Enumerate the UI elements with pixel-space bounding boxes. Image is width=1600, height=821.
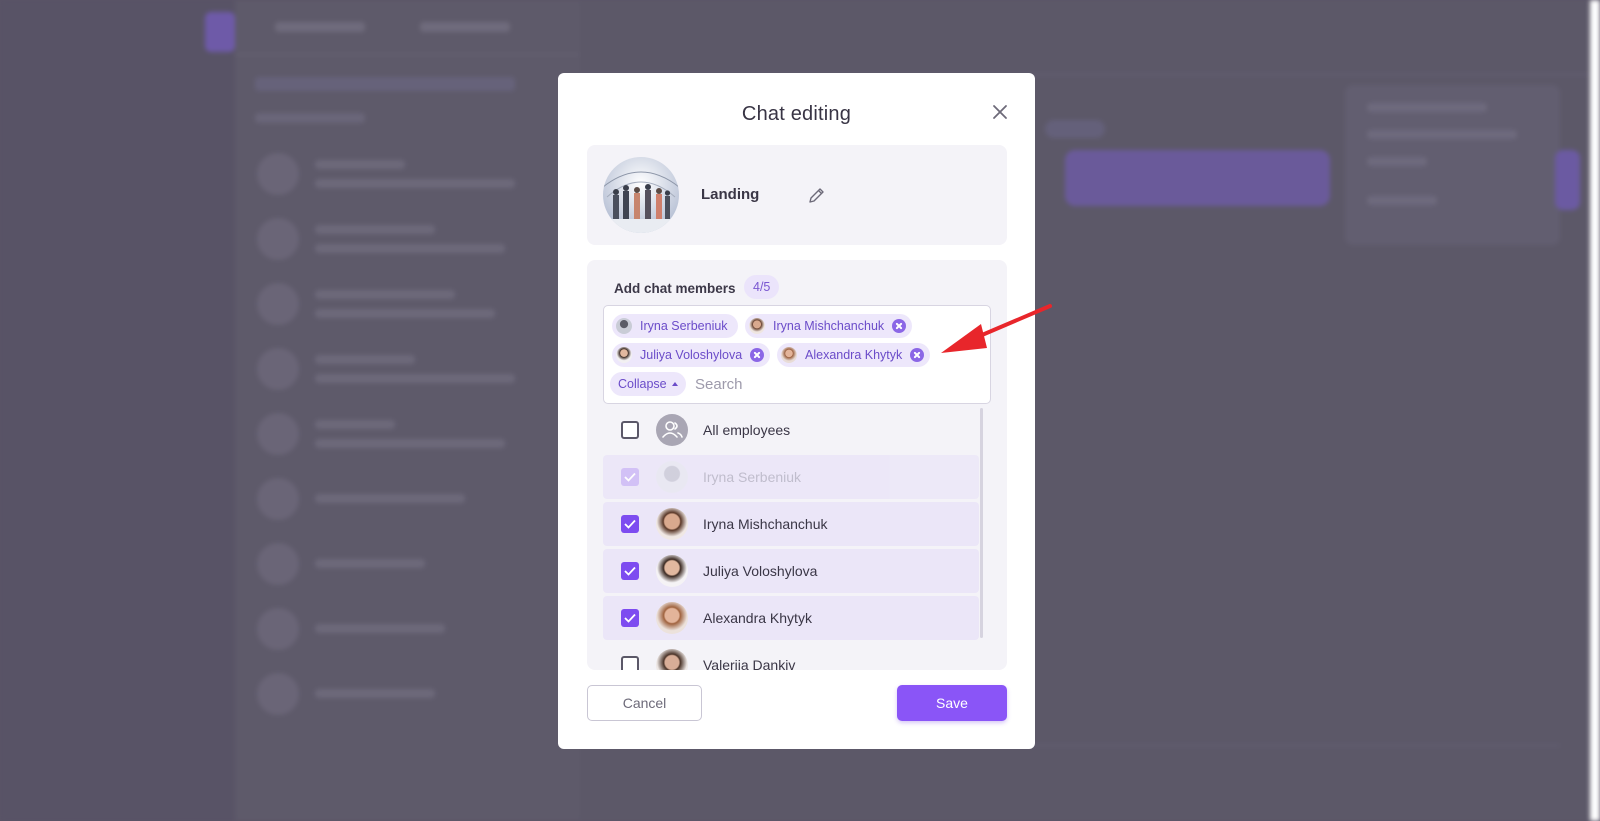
avatar: [749, 318, 765, 334]
member-tag[interactable]: Alexandra Khytyk: [777, 343, 931, 367]
list-item[interactable]: Valeriia Dankiv: [603, 643, 979, 670]
checkmark-icon: [624, 519, 636, 529]
checkbox: [621, 468, 639, 486]
annotation-arrow: [941, 304, 1052, 353]
edit-chat-name-button[interactable]: [807, 185, 827, 205]
collapse-tags-button[interactable]: Collapse: [610, 372, 686, 396]
list-item[interactable]: Iryna Mishchanchuk: [603, 502, 979, 546]
list-item[interactable]: Alexandra Khytyk: [603, 596, 979, 640]
collapse-label: Collapse: [618, 377, 667, 391]
member-tag-label: Iryna Serbeniuk: [640, 319, 728, 333]
remove-tag-icon[interactable]: [892, 319, 907, 333]
member-name: Juliya Voloshylova: [703, 563, 818, 579]
member-tags-field[interactable]: Iryna Serbeniuk Iryna Mishchanchuk Juliy…: [603, 305, 991, 404]
list-scrollbar[interactable]: [980, 408, 983, 638]
chat-info-card: Landing: [587, 145, 1007, 245]
checkmark-icon: [624, 472, 636, 482]
bg-composer: [610, 745, 1560, 805]
chat-avatar[interactable]: [603, 157, 679, 233]
checkmark-icon: [624, 566, 636, 576]
checkbox[interactable]: [621, 562, 639, 580]
members-count-badge: 4/5: [744, 275, 780, 299]
group-icon: [656, 414, 688, 446]
avatar: [656, 649, 688, 670]
pencil-icon: [809, 188, 824, 203]
avatar: [656, 508, 688, 540]
list-item[interactable]: Juliya Voloshylova: [603, 549, 979, 593]
member-tag[interactable]: Iryna Mishchanchuk: [745, 314, 913, 338]
avatar: [616, 318, 632, 334]
bg-sidebar: [0, 0, 235, 821]
members-title: Add chat members: [614, 281, 736, 296]
modal-title: Chat editing: [741, 103, 852, 125]
member-tag[interactable]: Juliya Voloshylova: [612, 343, 771, 367]
avatar: [781, 347, 797, 363]
member-name: All employees: [703, 422, 791, 438]
list-item: Iryna Serbeniuk: [603, 455, 979, 499]
bg-side-tab: [1555, 150, 1580, 210]
bg-context-menu: [1345, 85, 1560, 245]
checkbox[interactable]: [621, 656, 639, 670]
save-button[interactable]: Save: [897, 685, 1007, 721]
member-name: Alexandra Khytyk: [703, 610, 812, 626]
checkbox[interactable]: [621, 515, 639, 533]
close-button[interactable]: [988, 100, 1012, 124]
avatar: [616, 347, 632, 363]
window-edge: [1590, 0, 1600, 821]
caret-up-icon: [671, 382, 678, 386]
remove-tag-icon[interactable]: [910, 348, 925, 362]
cancel-button[interactable]: Cancel: [587, 685, 702, 721]
remove-tag-icon[interactable]: [750, 348, 765, 362]
avatar: [656, 602, 688, 634]
avatar: [656, 461, 688, 493]
checkbox[interactable]: [621, 421, 639, 439]
member-name: Valeriia Dankiv: [703, 657, 796, 670]
member-list: All employees Iryna Serbeniuk Iryna Mish…: [603, 408, 983, 670]
checkmark-icon: [624, 613, 636, 623]
member-tag-label: Alexandra Khytyk: [805, 348, 903, 362]
close-icon: [993, 105, 1007, 119]
member-name: Iryna Mishchanchuk: [703, 516, 828, 532]
bg-chat-list: [235, 0, 580, 821]
chat-name: Landing: [701, 186, 760, 203]
avatar: [656, 555, 688, 587]
member-tag[interactable]: Iryna Serbeniuk: [612, 314, 738, 338]
member-tag-label: Juliya Voloshylova: [640, 348, 743, 362]
search-input[interactable]: [695, 372, 975, 396]
member-name: Iryna Serbeniuk: [703, 469, 802, 485]
chat-editing-modal: Chat editing Landing Add chat members 4/…: [558, 73, 1035, 749]
member-tag-label: Iryna Mishchanchuk: [773, 319, 885, 333]
list-item[interactable]: All employees: [603, 408, 979, 452]
checkbox[interactable]: [621, 609, 639, 627]
